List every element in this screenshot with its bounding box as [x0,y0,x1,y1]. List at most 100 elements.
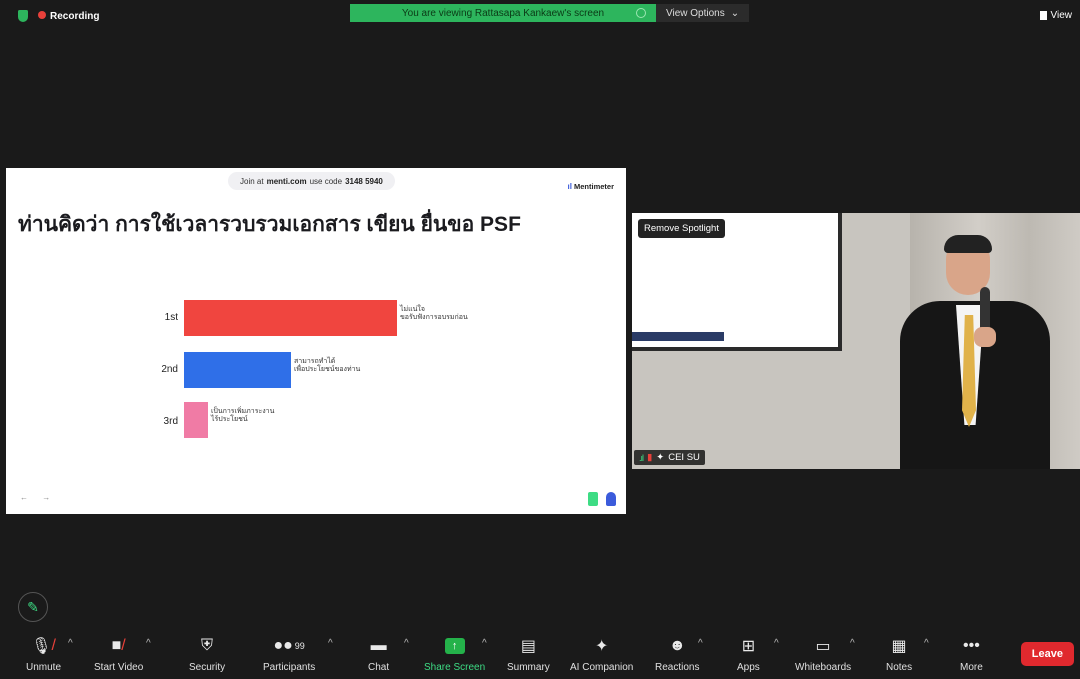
rank-label: 3rd [163,416,178,427]
view-options-button[interactable]: View Options ⌄ [656,4,750,22]
mentimeter-bars-icon: ıl [567,182,572,191]
apps-caret[interactable]: ^ [774,638,779,649]
sparkle-icon: ✦ [594,638,609,655]
answer-line-1: ไม่แน่ใจ [400,306,425,313]
more-button[interactable]: ••• More [960,634,983,673]
screen-share-banner: You are viewing Rattasapa Kankaew's scre… [350,4,656,22]
result-bar [184,352,291,388]
slide-reaction-icons [588,492,616,506]
notes-caret[interactable]: ^ [924,638,929,649]
join-prefix: Join at [240,176,264,186]
chat-caret[interactable]: ^ [404,638,409,649]
status-ring-icon [636,8,646,18]
ai-companion-label: AI Companion [570,662,634,673]
hand [974,327,996,347]
apps-grid-icon: ⊞ [741,638,756,655]
shield-icon [18,10,28,22]
recording-indicator[interactable]: Recording [38,10,100,22]
record-dot-icon [38,10,46,19]
answer-line-2: ขอรับฟังการอบรมก่อน [400,314,468,321]
mic-muted-icon: ▮ [647,452,653,463]
whiteboards-button[interactable]: ▭ Whiteboards [795,634,851,673]
shared-screen-slide: Join at menti.com use code 3148 5940 ıl … [6,168,626,514]
annotate-pen-icon[interactable]: ✎ [18,592,48,622]
answer-line-1: สามารถทำได้ [294,358,336,365]
share-screen-button[interactable]: ↑ Share Screen [424,634,485,673]
brand-name: Mentimeter [573,182,614,191]
reactions-label: Reactions [655,662,700,673]
summary-label: Summary [507,662,550,673]
audio-options-caret[interactable]: ^ [68,638,73,649]
meeting-toolbar: 🎙 / Unmute ^ ■ / Start Video ^ ⛨ Security … [0,632,1080,679]
result-bar [184,300,397,336]
share-screen-icon: ↑ [444,634,465,658]
remove-spotlight-button[interactable]: Remove Spotlight [638,219,725,238]
speaker-figure [900,235,1050,469]
recording-status: Recording [18,10,99,22]
view-button[interactable]: View [1039,10,1073,21]
video-off-icon: ■ / [111,637,126,654]
join-mid: use code [309,176,343,186]
mentimeter-logo: ıl Mentimeter [568,182,614,191]
answer-line-1: เป็นการเพิ่มภาระงาน [211,408,275,415]
recording-label: Recording [50,10,100,22]
audience-icon[interactable] [606,492,616,506]
apps-label: Apps [737,662,760,673]
slide-nav-arrows[interactable]: ← → [20,493,56,502]
hair [944,235,992,253]
summary-doc-icon: ▤ [520,638,536,655]
speaker-video-tile[interactable]: Remove Spotlight .ıl ▮ ✦ CEI SU [632,213,1080,469]
security-label: Security [189,662,226,673]
whiteboard-icon: ▭ [815,638,831,655]
join-instructions: Join at menti.com use code 3148 5940 [228,172,395,190]
answer-line-2: เพื่อประโยชน์ของท่าน [294,366,361,373]
join-code: 3148 5940 [345,176,383,186]
answer-text: สามารถทำได้ เพื่อประโยชน์ของท่าน [294,358,360,374]
view-layout-icon [1039,11,1047,20]
summary-button[interactable]: ▤ Summary [507,634,550,673]
unmute-button[interactable]: 🎙 / Unmute [26,634,61,673]
security-button[interactable]: ⛨ Security [189,634,225,673]
ai-companion-button[interactable]: ✦ AI Companion [570,634,633,673]
result-bar [184,402,208,438]
chat-button[interactable]: ▬ Chat [368,634,389,673]
start-video-button[interactable]: ■ / Start Video [94,634,143,673]
more-label: More [960,662,983,673]
join-site: menti.com [266,176,307,186]
rank-label: 1st [164,312,178,323]
unmute-label: Unmute [26,662,62,673]
answer-text: ไม่แน่ใจ ขอรับฟังการอบรมก่อน [400,306,468,322]
share-screen-label: Share Screen [424,662,486,673]
reactions-button[interactable]: ☻ Reactions [655,634,699,673]
share-caret[interactable]: ^ [482,638,487,649]
screen-taskbar [632,332,724,341]
signal-strength-icon: .ıl [639,452,644,463]
pin-icon: ✦ [656,452,665,463]
participant-name: CEI SU [668,452,700,463]
notes-icon: ▦ [891,638,907,655]
answer-text: เป็นการเพิ่มภาระงาน ไร้ประโยชน์ [211,408,274,424]
rank-label: 2nd [161,364,178,375]
security-shield-icon: ⛨ [201,637,214,654]
whiteboards-caret[interactable]: ^ [850,638,855,649]
leave-button[interactable]: Leave [1020,642,1074,666]
notes-label: Notes [886,662,913,673]
banner-text: You are viewing Rattasapa Kankaew's scre… [401,7,605,19]
video-options-caret[interactable]: ^ [146,638,151,649]
chevron-down-icon: ⌄ [730,7,740,19]
zoom-meeting-window: Recording You are viewing Rattasapa Kank… [0,0,1080,679]
mic-muted-icon: 🎙 / [31,637,56,655]
thumbs-up-icon[interactable] [588,492,598,506]
participants-icon: ●● 99 [273,637,305,654]
chat-label: Chat [368,662,390,673]
start-video-label: Start Video [94,662,144,673]
participants-count: 99 [294,641,305,651]
more-dots-icon: ••• [962,637,980,654]
view-label: View [1050,10,1073,21]
notes-button[interactable]: ▦ Notes [886,634,912,673]
apps-button[interactable]: ⊞ Apps [737,634,760,673]
whiteboards-label: Whiteboards [795,662,852,673]
reactions-caret[interactable]: ^ [698,638,703,649]
participants-button[interactable]: ●● 99 Participants [263,634,315,673]
participants-caret[interactable]: ^ [328,638,333,649]
